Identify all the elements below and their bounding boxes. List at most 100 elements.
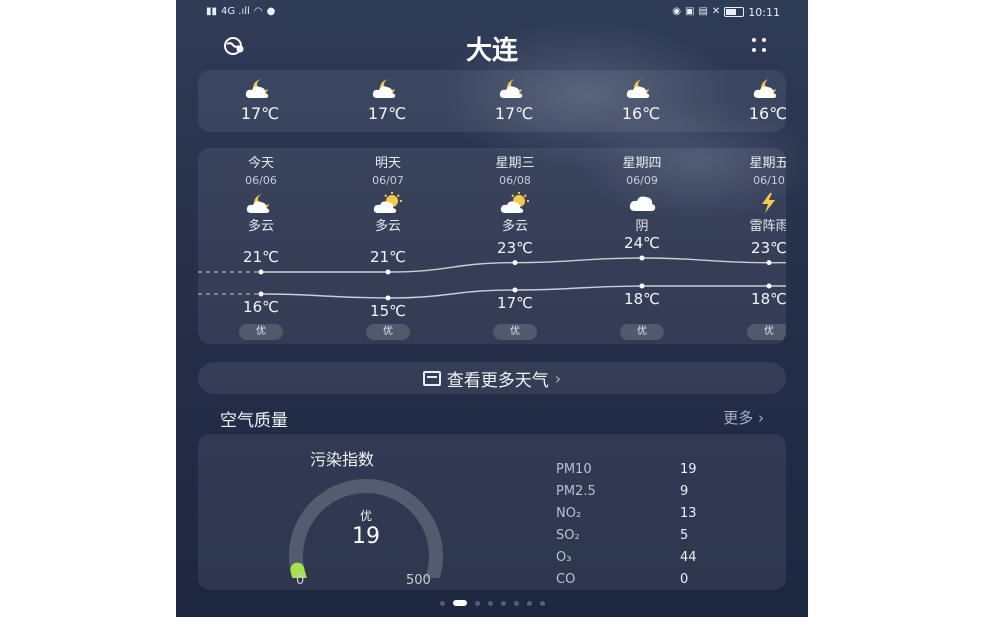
more-options-icon[interactable] xyxy=(750,34,768,54)
pollutant-name: PM10 xyxy=(556,462,592,477)
more-weather-label: 查看更多天气 xyxy=(446,370,549,391)
vibrate-icon: ▤ xyxy=(698,6,708,17)
hourly-item[interactable]: 16℃ xyxy=(601,76,681,123)
air-quality-card[interactable]: 污染指数 优 19 0 500 PM10 19 PM2.5 9 NO₂ 13 SO₂ 5 O₃ 4… xyxy=(198,434,786,590)
gauge-min-label: 0 xyxy=(296,573,305,588)
day-low-temp: 18℃ xyxy=(751,290,786,308)
aqi-quality-text: 优 xyxy=(359,509,372,523)
high-temp-curve-point xyxy=(639,255,645,261)
high-temp-curve-point xyxy=(512,260,518,266)
day-name: 星期三 xyxy=(495,156,535,171)
signal-icon: ▮▮ xyxy=(206,6,218,17)
eye-icon: ◉ xyxy=(672,6,681,17)
day-name: 星期四 xyxy=(622,156,662,171)
header: 大连 xyxy=(176,26,808,66)
partly-cloudy-night-icon xyxy=(474,76,554,100)
cloudy-icon xyxy=(597,192,687,214)
page-dot[interactable] xyxy=(452,600,467,606)
day-high-temp: 21℃ xyxy=(370,248,406,266)
chevron-right-icon: › xyxy=(758,409,764,427)
day-condition: 多云 xyxy=(501,219,528,234)
page-dot[interactable] xyxy=(513,600,519,606)
page-dot[interactable] xyxy=(539,600,545,606)
high-temp-curve-point xyxy=(766,260,772,266)
hourly-temp: 16℃ xyxy=(621,104,661,123)
high-temp-curve-point xyxy=(385,269,391,275)
page-dot[interactable] xyxy=(487,600,493,606)
pollutant-name: PM2.5 xyxy=(556,484,596,499)
pollutant-value: 19 xyxy=(680,462,697,477)
hourly-item[interactable]: 17℃ xyxy=(347,76,427,123)
day-date: 06/08 xyxy=(499,174,531,187)
hourly-temp: 17℃ xyxy=(367,104,407,123)
pollutant-row: PM2.5 9 xyxy=(556,484,716,506)
aqi-value: 19 xyxy=(352,524,380,549)
high-temp-curve-point xyxy=(258,269,264,275)
day-name: 今天 xyxy=(247,156,274,171)
weather-app-screen: ▮▮ 4G .ıll ◠ ● ◉ ▣ ▤ ✕ 10:11 大连 17℃ 17℃ xyxy=(176,0,808,617)
gauge-max-label: 500 xyxy=(406,573,431,588)
partly-cloudy-night-icon xyxy=(728,76,786,100)
pollutant-value: 9 xyxy=(680,484,689,499)
hourly-temp: 17℃ xyxy=(494,104,534,123)
day-column[interactable]: 今天 06/06 多云 xyxy=(216,152,306,234)
page-dot[interactable] xyxy=(500,600,506,606)
calendar-icon xyxy=(422,370,441,386)
hourly-item[interactable]: 17℃ xyxy=(220,76,300,123)
city-title[interactable]: 大连 xyxy=(176,30,808,67)
status-left: ▮▮ 4G .ıll ◠ ● xyxy=(206,7,275,17)
partly-cloudy-day-icon xyxy=(343,192,433,214)
high-temp-curve xyxy=(261,257,786,273)
low-temp-curve-point xyxy=(258,291,264,297)
day-column[interactable]: 明天 06/07 多云 xyxy=(343,152,433,234)
day-aqi-badge: 优 xyxy=(366,324,410,340)
day-name: 星期五 xyxy=(749,156,786,171)
partly-cloudy-night-icon xyxy=(216,192,306,214)
hourly-item[interactable]: 16℃ xyxy=(728,76,786,123)
day-high-temp: 23℃ xyxy=(751,238,786,257)
day-condition: 雷阵雨 xyxy=(749,219,786,234)
pollutant-value: 44 xyxy=(680,550,697,565)
air-quality-more-label: 更多 xyxy=(723,409,754,427)
day-aqi-badge: 优 xyxy=(239,324,283,340)
day-column[interactable]: 星期四 06/09 阴 xyxy=(597,152,687,234)
hourly-item[interactable]: 17℃ xyxy=(474,76,554,123)
pollutant-value: 0 xyxy=(680,572,689,587)
pollutant-name: CO xyxy=(556,572,576,587)
mute-icon: ✕ xyxy=(711,6,721,17)
pollution-index-label: 污染指数 xyxy=(310,450,375,469)
thunderstorm-icon xyxy=(724,192,786,214)
day-condition: 阴 xyxy=(635,219,649,234)
pollutant-list: PM10 19 PM2.5 9 NO₂ 13 SO₂ 5 O₃ 44 CO 0 xyxy=(556,462,716,594)
chevron-right-icon: › xyxy=(554,368,562,388)
day-name: 明天 xyxy=(374,156,401,171)
daily-forecast[interactable]: 今天 06/06 多云 21℃ 16℃ 优 明天 06/07 多云 21℃ 15℃ 优 星期三 06/08… xyxy=(198,148,786,344)
hourly-temp: 17℃ xyxy=(240,104,280,123)
page-indicator[interactable] xyxy=(176,600,808,606)
more-weather-button[interactable]: 查看更多天气 › xyxy=(198,362,786,394)
page-dot[interactable] xyxy=(526,600,532,606)
status-bar: ▮▮ 4G .ıll ◠ ● ◉ ▣ ▤ ✕ 10:11 xyxy=(206,3,780,21)
pollutant-value: 13 xyxy=(680,506,697,521)
day-low-temp: 17℃ xyxy=(497,294,533,312)
day-high-temp: 21℃ xyxy=(243,248,279,266)
day-column[interactable]: 星期五 06/10 雷阵雨 xyxy=(724,152,786,234)
day-condition: 多云 xyxy=(247,219,274,234)
hourly-forecast[interactable]: 17℃ 17℃ 17℃ 16℃ 16℃ xyxy=(198,70,786,132)
air-quality-more-link[interactable]: 更多 › xyxy=(723,407,764,428)
page-dot[interactable] xyxy=(439,600,445,606)
hourly-temp: 16℃ xyxy=(748,104,786,123)
pollutant-name: NO₂ xyxy=(556,506,582,521)
day-date: 06/07 xyxy=(372,174,404,187)
pollutant-row: PM10 19 xyxy=(556,462,716,484)
day-column[interactable]: 星期三 06/08 多云 xyxy=(470,152,560,234)
partly-cloudy-night-icon xyxy=(220,76,300,100)
status-right: ◉ ▣ ▤ ✕ 10:11 xyxy=(672,6,780,19)
page-dot[interactable] xyxy=(474,600,480,606)
day-low-temp: 16℃ xyxy=(243,298,279,316)
partly-cloudy-night-icon xyxy=(347,76,427,100)
day-low-temp: 18℃ xyxy=(624,290,660,308)
day-high-temp: 24℃ xyxy=(624,234,660,252)
status-time: 10:11 xyxy=(748,5,780,19)
pollutant-name: SO₂ xyxy=(556,528,580,543)
